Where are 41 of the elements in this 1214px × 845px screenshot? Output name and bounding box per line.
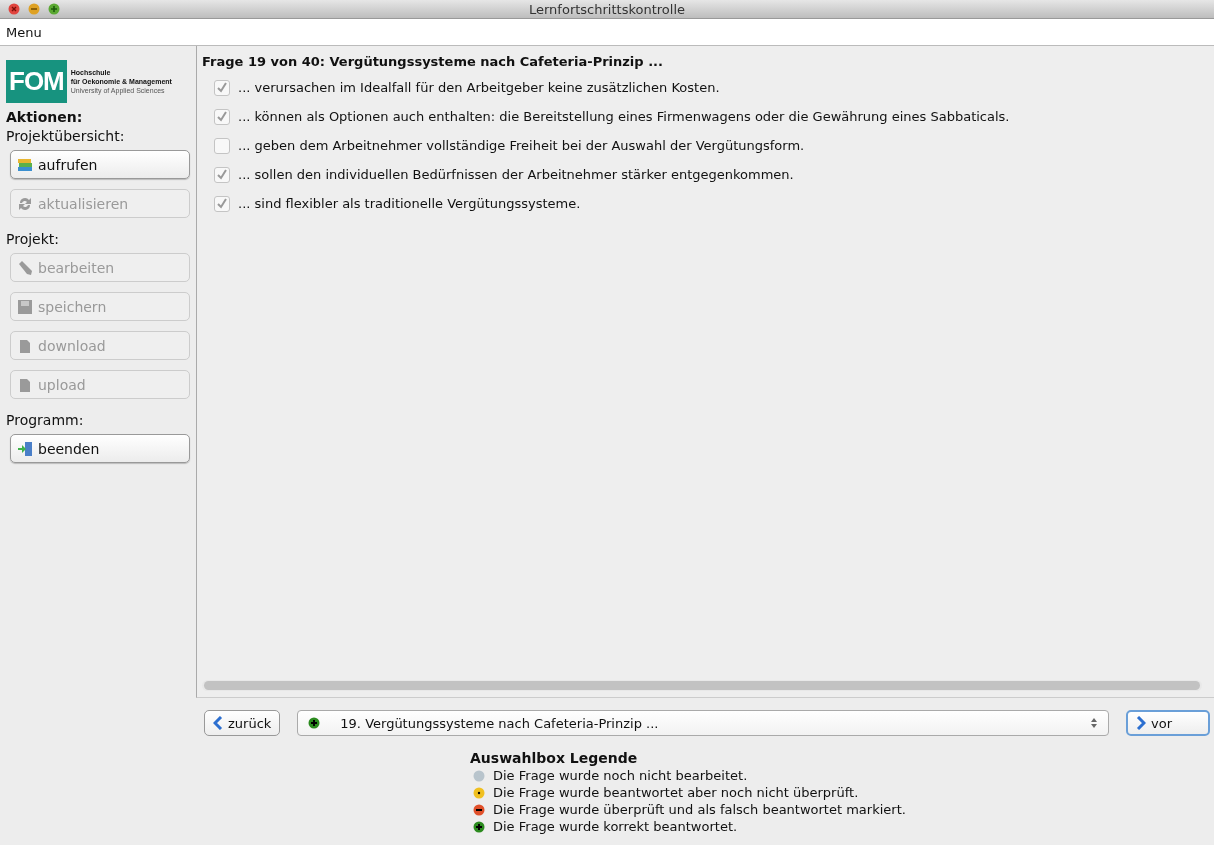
question-select[interactable]: 19. Vergütungssysteme nach Cafeteria-Prinzip ... [297,710,1109,736]
legend-text: Die Frage wurde beantwortet aber noch nicht überprüft. [493,784,859,801]
answer-text: ... können als Optionen auch enthalten: die Bereitstellung eines Firmenwagens oder die Gewährung eines Sabbaticals. [238,109,1010,124]
refresh-icon [17,195,33,212]
close-icon[interactable] [8,3,20,15]
window-title: Lernfortschrittskontrolle [529,1,685,17]
legend-title: Auswahlbox Legende [470,750,639,767]
legend-text: Die Frage wurde überprüft und als falsch beantwortet markiert. [493,801,906,818]
checkbox[interactable] [214,79,230,96]
scrollbar[interactable] [202,680,1202,691]
exit-door-icon [17,440,33,457]
checkbox[interactable] [214,137,230,154]
answer-text: ... verursachen im Idealfall für den Arbeitgeber keine zusätzlichen Kosten. [238,80,720,95]
sidebar-button[interactable]: beenden [10,434,190,463]
forward-button[interactable]: vor [1126,710,1210,736]
minimize-icon[interactable] [28,3,40,15]
stepper-arrows-icon [1090,717,1098,729]
file-icon [17,376,33,393]
chevron-left-icon [213,716,223,730]
logo-mark: FOM [6,60,67,103]
answer-text: ... sollen den individuellen Bedürfnissen der Arbeitnehmer stärker entgegenkommen. [238,167,794,182]
zoom-icon[interactable] [48,3,60,15]
legend-text: Die Frage wurde noch nicht bearbeitet. [493,767,748,784]
question-title: Frage 19 von 40: Vergütungssysteme nach Cafeteria-Prinzip ... [202,54,664,69]
section-label: Projektübersicht: [6,128,126,144]
section-heading: Aktionen: [6,109,84,125]
books-icon [17,156,33,173]
legend-text: Die Frage wurde korrekt beantwortet. [493,818,738,835]
checkbox[interactable] [214,108,230,125]
file-icon [17,337,33,354]
chevron-right-icon [1136,716,1146,730]
section-label: Programm: [6,412,85,428]
answer-text: ... geben dem Arbeitnehmer vollständige Freiheit bei der Auswahl der Vergütungsform. [238,138,805,153]
answer-text: ... sind flexibler als traditionelle Vergütungssysteme. [238,196,581,211]
checkbox[interactable] [214,195,230,212]
back-button[interactable]: zurück [204,710,281,736]
sidebar-button[interactable]: aufrufen [10,150,190,179]
menu-item[interactable]: Menu [6,24,42,40]
section-label: Projekt: [6,231,61,247]
checkbox[interactable] [214,166,230,183]
pencil-icon [17,259,33,276]
